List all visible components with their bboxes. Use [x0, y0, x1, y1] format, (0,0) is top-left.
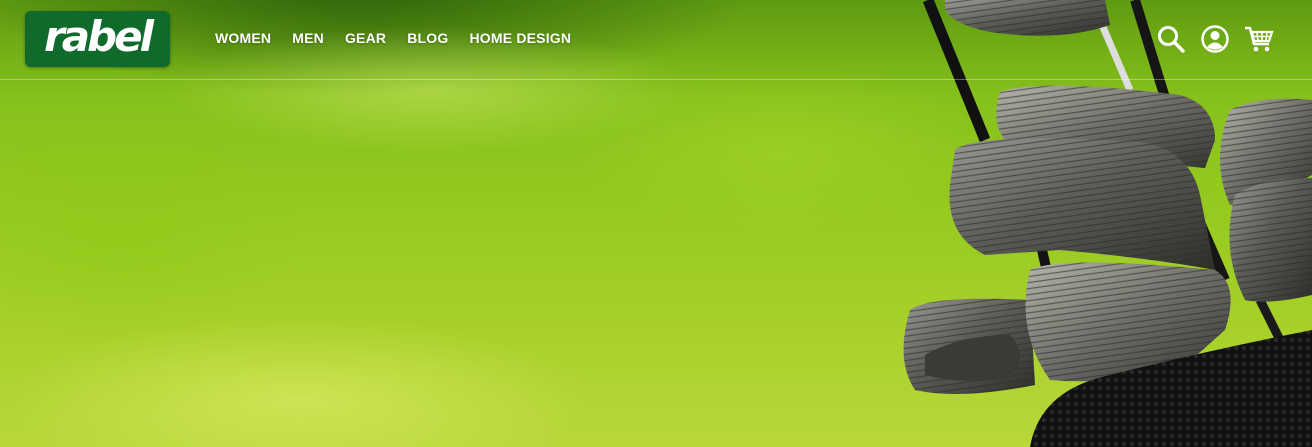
logo-text: rabel: [43, 12, 154, 61]
search-icon[interactable]: [1156, 24, 1186, 54]
nav-item-women[interactable]: WOMEN: [215, 30, 271, 46]
main-nav: WOMEN MEN GEAR BLOG HOME DESIGN: [215, 30, 592, 46]
account-icon[interactable]: [1200, 24, 1230, 54]
nav-item-gear[interactable]: GEAR: [345, 30, 386, 46]
header-icons: [1156, 24, 1288, 54]
nav-item-men[interactable]: MEN: [292, 30, 324, 46]
cart-icon[interactable]: [1244, 24, 1274, 54]
site-logo[interactable]: rabel: [25, 11, 170, 67]
site-header: rabel WOMEN MEN GEAR BLOG HOME DESIGN: [0, 0, 1312, 80]
nav-item-blog[interactable]: BLOG: [407, 30, 448, 46]
nav-item-home-design[interactable]: HOME DESIGN: [469, 30, 571, 46]
hero-banner: rabel WOMEN MEN GEAR BLOG HOME DESIGN: [0, 0, 1312, 447]
